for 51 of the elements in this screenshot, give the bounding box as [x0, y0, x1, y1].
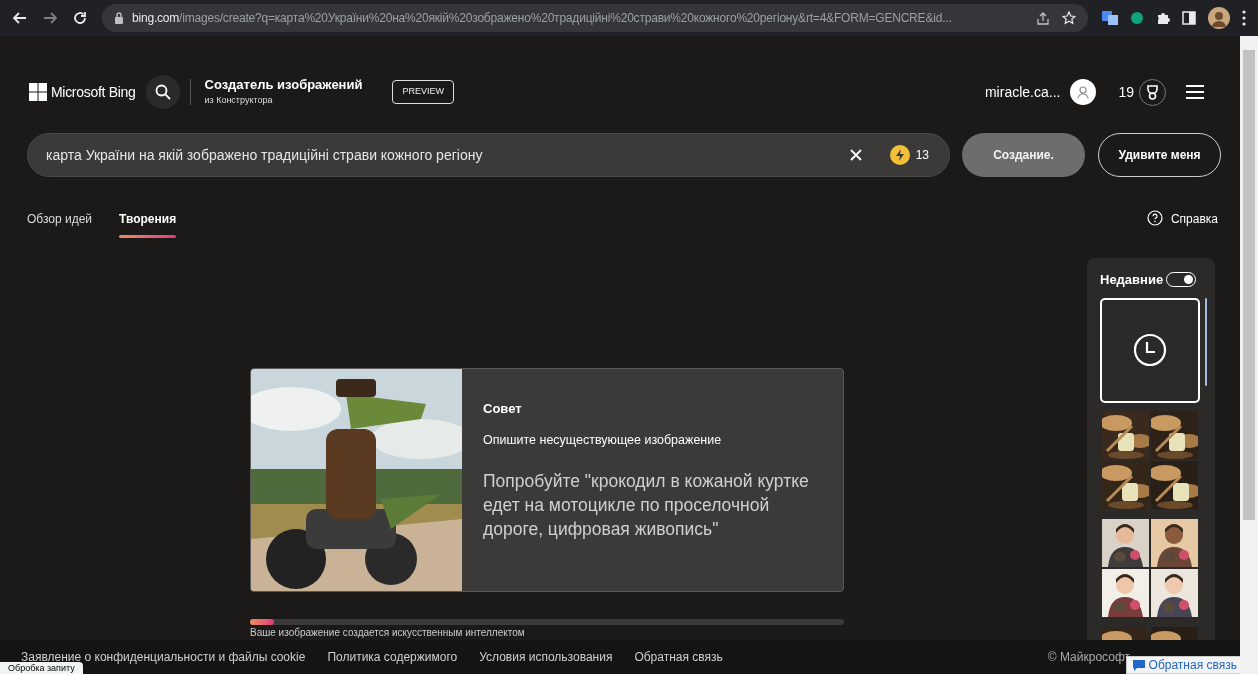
windows-logo-icon[interactable]: [29, 83, 47, 101]
user-avatar[interactable]: [1070, 79, 1097, 105]
share-icon[interactable]: [1036, 11, 1050, 25]
menu-icon[interactable]: [1186, 85, 1204, 99]
trophy-icon: [1146, 84, 1159, 100]
points-count: 19: [1118, 82, 1134, 102]
boost-count: 13: [915, 147, 929, 164]
brand-name[interactable]: Microsoft Bing: [51, 81, 136, 103]
footer-link[interactable]: Обратная связь: [634, 648, 723, 666]
star-icon[interactable]: [1062, 11, 1076, 25]
progress-caption: Ваше изображение создается искусственным интеллектом: [250, 627, 526, 638]
lock-icon: [114, 12, 124, 24]
recent-title: Недавние: [1100, 271, 1164, 289]
tab[interactable]: Обзор идей: [27, 210, 93, 238]
translate-extension-icon[interactable]: [1102, 11, 1118, 25]
creation-thumbnail-set[interactable]: [1102, 518, 1198, 617]
app-subtitle: из Конструктора: [204, 94, 274, 107]
app-title[interactable]: Создатель изображений: [204, 77, 363, 93]
more-menu-icon[interactable]: [1242, 10, 1246, 26]
reload-icon[interactable]: [72, 10, 88, 26]
chat-bubble-icon: [1132, 659, 1145, 671]
help-link[interactable]: Справка: [1146, 210, 1218, 228]
lightning-coin-icon: [889, 145, 910, 165]
scrollbar[interactable]: [1240, 36, 1258, 674]
tip-subtitle: Опишите несуществующее изображение: [483, 431, 723, 449]
create-button[interactable]: Создание.: [962, 133, 1085, 177]
preview-badge: PREVIEW: [392, 80, 454, 104]
search-icon: [154, 84, 171, 100]
status-bubble: Обробка запиту: [0, 662, 83, 674]
help-icon: [1146, 210, 1163, 226]
person-icon: [1077, 85, 1090, 99]
clear-icon[interactable]: [849, 149, 862, 161]
address-bar[interactable]: bing.com/images/create?q=карта%20України%20на%20якій%20зображено%20традиційні%20страви%20кожного%20регіону&rt=4&FORM=GENCRE&id...: [102, 4, 1088, 32]
footer-link[interactable]: Условия использования: [479, 648, 613, 666]
footer-link[interactable]: Политика содержимого: [327, 648, 458, 666]
tip-heading: Совет: [483, 400, 523, 418]
tab[interactable]: Творения: [119, 210, 177, 238]
avatar-icon[interactable]: [1208, 7, 1230, 29]
tip-text: Попробуйте "крокодил в кожаной куртке едет на мотоцикле по проселочной дороге, цифровая живопись": [483, 470, 810, 542]
extension-icon[interactable]: [1130, 11, 1144, 25]
user-name[interactable]: miracle.ca...: [984, 81, 1061, 103]
search-button[interactable]: [145, 75, 180, 109]
clock-icon: [1133, 333, 1167, 367]
url-text: bing.com/images/create?q=карта%20України%20на%20якій%20зображено%20традиційні%20страви%20кожного%20регіону&rt=4&FORM=GENCRE&id...: [132, 10, 953, 27]
side-panel-icon[interactable]: [1182, 11, 1196, 25]
forward-icon[interactable]: [42, 10, 58, 26]
pending-creation-tile[interactable]: [1100, 297, 1200, 403]
creation-thumbnail-set[interactable]: [1102, 410, 1198, 509]
puzzle-icon[interactable]: [1156, 11, 1170, 25]
back-icon[interactable]: [12, 10, 28, 26]
prompt-field[interactable]: карта України на якій зображено традиційні страви кожного регіону 13: [27, 133, 950, 177]
